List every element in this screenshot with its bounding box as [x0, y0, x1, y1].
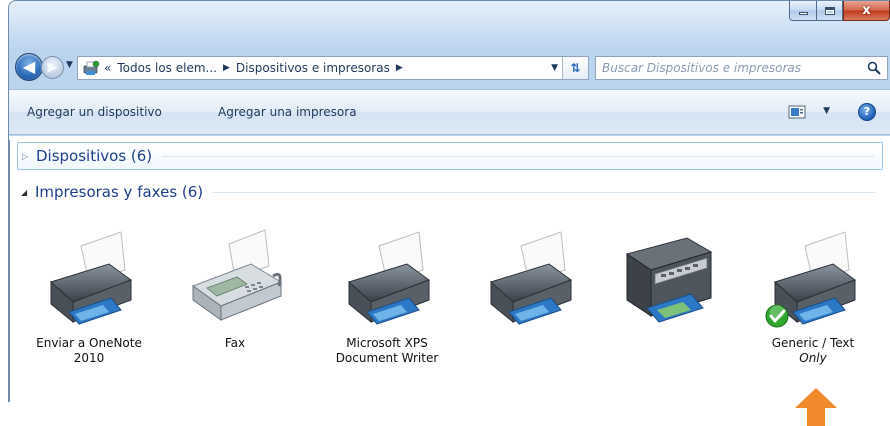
- recent-pages-dropdown[interactable]: ▼: [66, 60, 73, 70]
- printer-name: Enviar a OneNote 2010: [29, 336, 149, 366]
- fax-machine-icon: [191, 229, 283, 321]
- search-icon[interactable]: [867, 61, 881, 75]
- back-arrow-icon: ◀: [22, 57, 36, 76]
- forward-button[interactable]: ▶: [41, 56, 64, 79]
- search-box[interactable]: Buscar Dispositivos e impresoras: [595, 56, 888, 80]
- change-view-icon[interactable]: [788, 105, 806, 119]
- printer-name: [469, 336, 589, 351]
- maximize-button[interactable]: [816, 1, 843, 21]
- printer-name-line2: Only: [799, 351, 827, 365]
- group-divider: [162, 155, 874, 157]
- back-button[interactable]: ◀: [15, 53, 43, 81]
- chevron-right-icon[interactable]: ▶: [396, 63, 403, 73]
- group-printers-title: Impresoras y faxes (6): [35, 183, 204, 201]
- minimize-button[interactable]: [789, 1, 816, 21]
- devices-printers-folder-icon: [82, 60, 100, 76]
- annotation-arrow-icon: [795, 388, 837, 426]
- expand-arrow-icon[interactable]: ▷: [22, 152, 32, 161]
- printer-icon: [50, 231, 133, 325]
- maximize-icon: [824, 6, 835, 15]
- caption-buttons: x: [789, 1, 890, 21]
- printer-name: Fax: [175, 336, 295, 351]
- printer-name-line1: Microsoft XPS: [346, 336, 428, 350]
- group-devices[interactable]: ▷ Dispositivos (6): [17, 142, 883, 170]
- printer-name-line2: Document Writer: [335, 351, 439, 365]
- address-history-dropdown[interactable]: ▼: [551, 63, 558, 73]
- printer-icon: [765, 231, 857, 328]
- explorer-window: x ◀ ▶ ▼ « Todos los elem... ▶ Dispositiv…: [8, 0, 890, 400]
- default-check-icon: [765, 304, 789, 328]
- breadcrumb-devices-printers[interactable]: Dispositivos e impresoras: [236, 61, 390, 75]
- printer-tile[interactable]: Fax: [175, 224, 295, 376]
- chevron-right-icon[interactable]: ▶: [223, 63, 230, 73]
- group-printers[interactable]: ◢ Impresoras y faxes (6): [17, 178, 883, 206]
- group-devices-title: Dispositivos (6): [36, 147, 153, 165]
- window-border: [8, 140, 10, 402]
- forward-arrow-icon: ▶: [47, 60, 58, 75]
- group-divider: [213, 191, 875, 193]
- view-options-dropdown[interactable]: ▼: [823, 106, 830, 116]
- printer-icon: [490, 231, 573, 325]
- printer-icon: [348, 231, 431, 325]
- printer-tile[interactable]: [469, 224, 589, 376]
- printer-tile[interactable]: Enviar a OneNote 2010: [29, 224, 149, 376]
- minimize-icon: [798, 12, 808, 15]
- printer-name-line1: Generic / Text: [771, 336, 855, 350]
- navigation-bar: ◀ ▶ ▼ « Todos los elem... ▶ Dispositivos…: [9, 51, 890, 85]
- refresh-icon: ⇅: [570, 61, 581, 75]
- title-bar[interactable]: [9, 1, 890, 49]
- printer-name-line1: Fax: [224, 336, 246, 350]
- add-device-button[interactable]: Agregar un dispositivo: [27, 105, 162, 119]
- address-bar[interactable]: « Todos los elem... ▶ Dispositivos e imp…: [77, 56, 589, 80]
- close-button[interactable]: x: [843, 1, 890, 21]
- refresh-button[interactable]: ⇅: [562, 57, 588, 79]
- breadcrumb-all-items[interactable]: Todos los elem...: [117, 61, 217, 75]
- close-icon: x: [862, 3, 871, 18]
- printer-tile[interactable]: Microsoft XPS Document Writer: [327, 224, 447, 376]
- printer-name: Microsoft XPS Document Writer: [327, 336, 447, 366]
- search-input[interactable]: Buscar Dispositivos e impresoras: [602, 61, 801, 75]
- multifunction-printer-icon: [625, 237, 713, 323]
- collapse-arrow-icon[interactable]: ◢: [21, 188, 31, 197]
- printer-name: [607, 336, 727, 351]
- command-bar: Agregar un dispositivo Agregar una impre…: [9, 89, 890, 135]
- printer-tile-default[interactable]: Generic / Text Only: [753, 224, 873, 376]
- add-printer-button[interactable]: Agregar una impresora: [218, 105, 357, 119]
- help-button[interactable]: ?: [858, 103, 876, 121]
- printer-name-line1: Enviar a OneNote: [36, 336, 142, 350]
- printer-name-line2: 2010: [73, 351, 105, 365]
- printer-tile[interactable]: [607, 224, 727, 376]
- content-pane: ▷ Dispositivos (6) ◢ Impresoras y faxes …: [9, 136, 890, 400]
- breadcrumb-overflow-button[interactable]: «: [104, 61, 111, 75]
- printer-name: Generic / Text Only: [753, 336, 873, 366]
